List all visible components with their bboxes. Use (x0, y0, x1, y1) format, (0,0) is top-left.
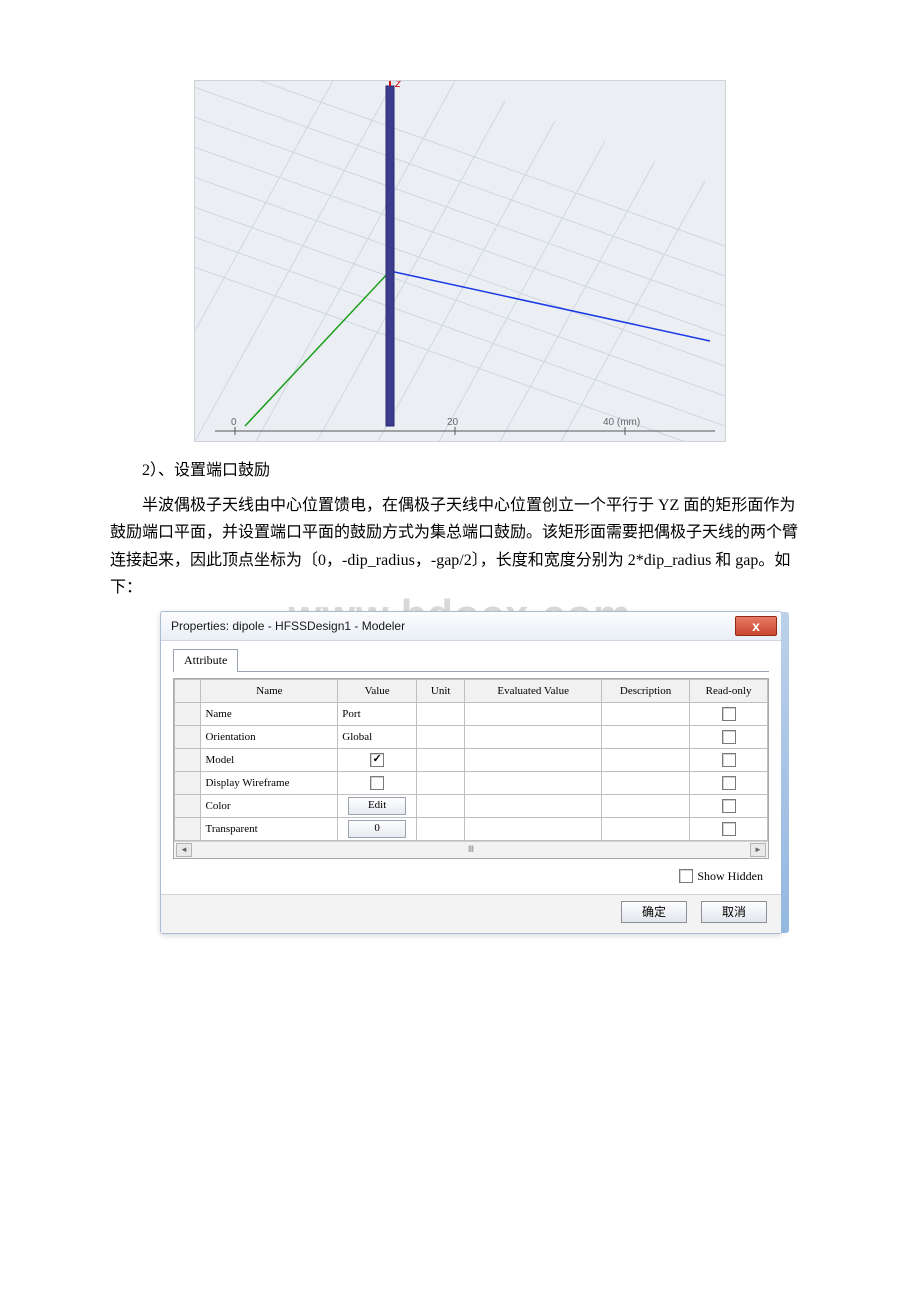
cell-empty[interactable] (416, 748, 464, 771)
cell-empty[interactable] (465, 771, 602, 794)
cell-empty[interactable] (601, 771, 689, 794)
readonly-checkbox[interactable] (722, 822, 736, 836)
ruler-0: 0 (231, 417, 237, 428)
cell-name[interactable]: Transparent (201, 817, 338, 840)
cell-readonly[interactable] (690, 725, 768, 748)
table-row[interactable]: Transparent 0 (175, 817, 768, 840)
grid-header-row: Name Value Unit Evaluated Value Descript… (175, 679, 768, 702)
dialog-title: Properties: dipole - HFSSDesign1 - Model… (171, 619, 405, 633)
cell-empty[interactable] (416, 794, 464, 817)
cell-readonly[interactable] (690, 702, 768, 725)
viewport-svg: 0 20 40 (mm) z (195, 81, 725, 441)
tab-attribute[interactable]: Attribute (173, 649, 238, 672)
table-row[interactable]: Color Edit (175, 794, 768, 817)
hfss-3d-viewport: 0 20 40 (mm) z (194, 80, 726, 442)
grid-corner (175, 679, 201, 702)
cell-empty[interactable] (601, 702, 689, 725)
col-unit[interactable]: Unit (416, 679, 464, 702)
col-eval[interactable]: Evaluated Value (465, 679, 602, 702)
cell-readonly[interactable] (690, 771, 768, 794)
cell-empty[interactable] (416, 725, 464, 748)
col-name[interactable]: Name (201, 679, 338, 702)
cell-empty[interactable] (601, 794, 689, 817)
row-header (175, 725, 201, 748)
cell-empty[interactable] (601, 817, 689, 840)
cell-empty[interactable] (465, 748, 602, 771)
cell-empty[interactable] (416, 702, 464, 725)
close-button[interactable]: x (735, 616, 777, 636)
attribute-grid[interactable]: Name Value Unit Evaluated Value Descript… (173, 678, 769, 859)
table-row[interactable]: OrientationGlobal (175, 725, 768, 748)
cell-name[interactable]: Name (201, 702, 338, 725)
cell-empty[interactable] (416, 817, 464, 840)
show-hidden-label: Show Hidden (697, 869, 763, 884)
properties-dialog: Properties: dipole - HFSSDesign1 - Model… (160, 611, 782, 934)
show-hidden-row[interactable]: Show Hidden (679, 869, 763, 884)
close-icon: x (752, 619, 760, 633)
readonly-checkbox[interactable] (722, 730, 736, 744)
scroll-track[interactable]: Ⅲ (194, 844, 748, 855)
body-paragraph: 半波偶极子天线由中心位置馈电，在偶极子天线中心位置创立一个平行于 YZ 面的矩形… (110, 492, 810, 601)
value-button[interactable]: Edit (348, 797, 406, 815)
row-header (175, 794, 201, 817)
ruler-40: 40 (mm) (603, 417, 640, 428)
cell-empty[interactable] (601, 748, 689, 771)
col-desc[interactable]: Description (601, 679, 689, 702)
cell-empty[interactable] (601, 725, 689, 748)
readonly-checkbox[interactable] (722, 799, 736, 813)
table-row[interactable]: Model (175, 748, 768, 771)
ok-button[interactable]: 确定 (621, 901, 687, 923)
dialog-titlebar[interactable]: Properties: dipole - HFSSDesign1 - Model… (161, 612, 781, 641)
readonly-checkbox[interactable] (722, 753, 736, 767)
cell-value[interactable] (338, 771, 417, 794)
cell-value[interactable] (338, 748, 417, 771)
row-header (175, 748, 201, 771)
cell-name[interactable]: Orientation (201, 725, 338, 748)
cell-value[interactable]: Port (338, 702, 417, 725)
axis-z-label: z (394, 81, 401, 90)
scroll-left-icon[interactable]: ◄ (176, 843, 192, 857)
checkbox-icon[interactable] (370, 753, 384, 767)
grid-hscroll[interactable]: ◄ Ⅲ ► (174, 841, 768, 858)
scroll-right-icon[interactable]: ► (750, 843, 766, 857)
checkbox-icon[interactable] (370, 776, 384, 790)
value-button[interactable]: 0 (348, 820, 406, 838)
cell-value[interactable]: 0 (338, 817, 417, 840)
cell-value[interactable]: Global (338, 725, 417, 748)
row-header (175, 771, 201, 794)
row-header (175, 817, 201, 840)
cell-empty[interactable] (465, 794, 602, 817)
cell-name[interactable]: Color (201, 794, 338, 817)
cell-readonly[interactable] (690, 748, 768, 771)
show-hidden-checkbox[interactable] (679, 869, 693, 883)
cell-empty[interactable] (465, 725, 602, 748)
cell-readonly[interactable] (690, 794, 768, 817)
row-header (175, 702, 201, 725)
cell-empty[interactable] (416, 771, 464, 794)
cell-readonly[interactable] (690, 817, 768, 840)
dialog-right-edge (781, 612, 789, 933)
cell-empty[interactable] (465, 702, 602, 725)
cancel-button[interactable]: 取消 (701, 901, 767, 923)
col-value[interactable]: Value (338, 679, 417, 702)
cell-empty[interactable] (465, 817, 602, 840)
cell-value[interactable]: Edit (338, 794, 417, 817)
table-row[interactable]: NamePort (175, 702, 768, 725)
ruler-20: 20 (447, 417, 459, 428)
col-readonly[interactable]: Read-only (690, 679, 768, 702)
cell-name[interactable]: Model (201, 748, 338, 771)
table-row[interactable]: Display Wireframe (175, 771, 768, 794)
readonly-checkbox[interactable] (722, 707, 736, 721)
cell-name[interactable]: Display Wireframe (201, 771, 338, 794)
readonly-checkbox[interactable] (722, 776, 736, 790)
tab-strip: Attribute (173, 647, 769, 672)
section-number: 2）、设置端口鼓励 (110, 457, 810, 484)
dialog-buttons: 确定 取消 (161, 894, 781, 933)
